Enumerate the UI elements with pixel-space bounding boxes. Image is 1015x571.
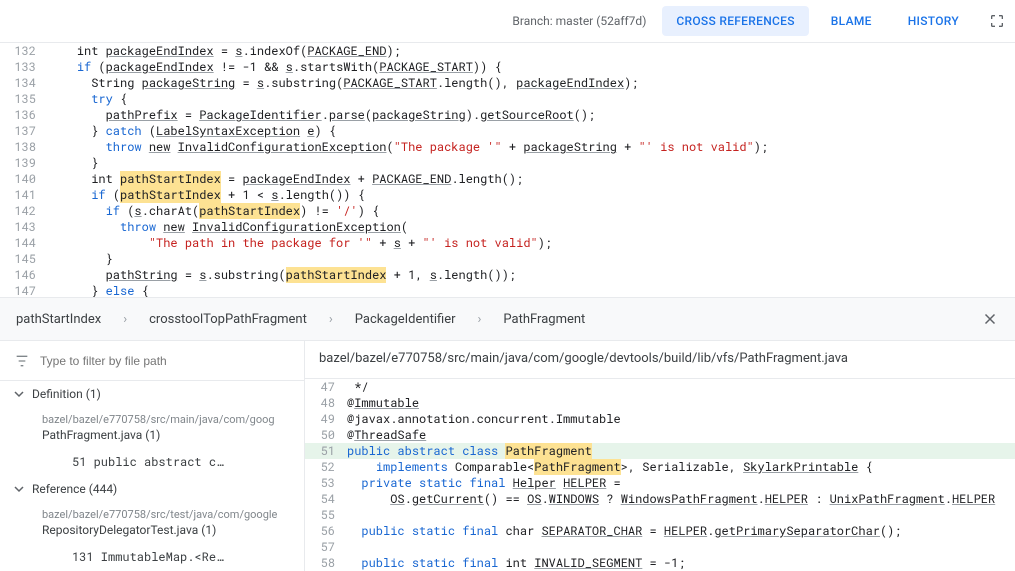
filter-bar [0, 341, 304, 381]
line-number: 146 [0, 267, 48, 283]
code-line: public static final char SEPARATOR_CHAR … [347, 523, 902, 539]
code-line: private static final Helper HELPER = [347, 475, 621, 491]
file-name: PathFragment.java (1) [42, 428, 160, 442]
line-number: 56 [305, 523, 347, 539]
code-line: if (pathStartIndex + 1 < s.length()) { [48, 187, 365, 203]
line-number: 145 [0, 251, 48, 267]
line-number: 144 [0, 235, 48, 251]
chevron-down-icon [14, 389, 24, 399]
breadcrumb-item[interactable]: pathStartIndex [16, 312, 101, 327]
breadcrumb-item[interactable]: PathFragment [503, 312, 585, 327]
code-line: int pathStartIndex = packageEndIndex + P… [48, 171, 523, 187]
code-line: */ [347, 379, 369, 395]
detail-file-path[interactable]: bazel/bazel/e770758/src/main/java/com/go… [305, 341, 1015, 379]
filter-input[interactable] [40, 354, 290, 368]
code-line: @javax.annotation.concurrent.Immutable [347, 411, 621, 427]
line-number: 139 [0, 155, 48, 171]
file-path: bazel/bazel/e770758/src/main/java/com/go… [42, 413, 290, 426]
line-number: 53 [305, 475, 347, 491]
code-line: } catch (LabelSyntaxException e) { [48, 123, 336, 139]
file-path: bazel/bazel/e770758/src/test/java/com/go… [42, 508, 290, 521]
code-line: try { [48, 91, 127, 107]
section-label: Reference (444) [32, 482, 117, 496]
line-number: 142 [0, 203, 48, 219]
chevron-right-icon: › [329, 312, 333, 327]
line-number: 54 [305, 491, 347, 507]
code-line: } [48, 155, 98, 171]
close-icon[interactable] [981, 310, 999, 328]
breadcrumb-item[interactable]: PackageIdentifier [355, 312, 456, 327]
chevron-right-icon: › [123, 312, 127, 327]
line-number: 133 [0, 59, 48, 75]
tree-file[interactable]: bazel/bazel/e770758/src/main/java/com/go… [0, 407, 304, 448]
code-line: int packageEndIndex = s.indexOf(PACKAGE_… [48, 43, 401, 59]
code-line: pathPrefix = PackageIdentifier.parse(pac… [48, 107, 595, 123]
detail-code-view[interactable]: 47 */ 48@Immutable 49@javax.annotation.c… [305, 379, 1015, 571]
line-number: 132 [0, 43, 48, 59]
code-line: throw new InvalidConfigurationException(… [48, 139, 768, 155]
tree-section-definition[interactable]: Definition (1) [0, 381, 304, 407]
line-number: 55 [305, 507, 347, 523]
chevron-right-icon: › [478, 312, 482, 327]
line-number: 137 [0, 123, 48, 139]
line-number: 135 [0, 91, 48, 107]
code-line: "The path in the package for '" + s + "'… [48, 235, 552, 251]
code-line: OS.getCurrent() == OS.WINDOWS ? WindowsP… [347, 491, 995, 507]
line-number: 143 [0, 219, 48, 235]
code-line: @ThreadSafe [347, 427, 426, 443]
line-number: 141 [0, 187, 48, 203]
tree-leaf[interactable]: 51 public abstract c… [0, 448, 304, 476]
detail-panel: bazel/bazel/e770758/src/main/java/com/go… [305, 341, 1015, 571]
line-number: 50 [305, 427, 347, 443]
tree-section-reference[interactable]: Reference (444) [0, 476, 304, 502]
tree-file[interactable]: bazel/bazel/e770758/src/test/java/com/go… [0, 502, 304, 543]
code-line: } [48, 251, 113, 267]
main-code-view[interactable]: 132 int packageEndIndex = s.indexOf(PACK… [0, 43, 1015, 297]
code-line: pathString = s.substring(pathStartIndex … [48, 267, 516, 283]
tab-cross-references[interactable]: CROSS REFERENCES [662, 6, 808, 36]
fullscreen-icon[interactable] [989, 13, 1005, 29]
code-line: String packageString = s.substring(PACKA… [48, 75, 639, 91]
file-name: RepositoryDelegatorTest.java (1) [42, 523, 216, 537]
line-number: 48 [305, 395, 347, 411]
line-number: 147 [0, 283, 48, 297]
breadcrumb-bar: pathStartIndex › crosstoolTopPathFragmen… [0, 297, 1015, 341]
line-number: 51 [305, 443, 347, 459]
line-number: 57 [305, 539, 347, 555]
code-line: public abstract class PathFragment [347, 443, 592, 459]
toolbar: Branch: master (52aff7d) CROSS REFERENCE… [0, 0, 1015, 43]
branch-label: Branch: master (52aff7d) [512, 14, 646, 28]
line-number: 140 [0, 171, 48, 187]
code-line: if (packageEndIndex != -1 && s.startsWit… [48, 59, 502, 75]
section-label: Definition (1) [32, 387, 101, 401]
line-number: 52 [305, 459, 347, 475]
code-line: implements Comparable<PathFragment>, Ser… [347, 459, 873, 475]
code-line: throw new InvalidConfigurationException( [48, 219, 408, 235]
tree-leaf[interactable]: 131 ImmutableMap.<Re… [0, 543, 304, 571]
line-number: 47 [305, 379, 347, 395]
line-number: 138 [0, 139, 48, 155]
tab-history[interactable]: HISTORY [894, 6, 973, 36]
line-number: 136 [0, 107, 48, 123]
code-line: public static final int INVALID_SEGMENT … [347, 555, 686, 571]
chevron-down-icon [14, 484, 24, 494]
filter-icon[interactable] [14, 353, 30, 369]
line-number: 58 [305, 555, 347, 571]
tab-blame[interactable]: BLAME [817, 6, 886, 36]
code-line: if (s.charAt(pathStartIndex) != '/') { [48, 203, 379, 219]
line-number: 134 [0, 75, 48, 91]
line-number: 49 [305, 411, 347, 427]
references-tree[interactable]: Definition (1) bazel/bazel/e770758/src/m… [0, 381, 304, 571]
code-line: @Immutable [347, 395, 419, 411]
references-sidebar: Definition (1) bazel/bazel/e770758/src/m… [0, 341, 305, 571]
code-line: } else { [48, 283, 149, 297]
breadcrumb-item[interactable]: crosstoolTopPathFragment [149, 312, 307, 327]
